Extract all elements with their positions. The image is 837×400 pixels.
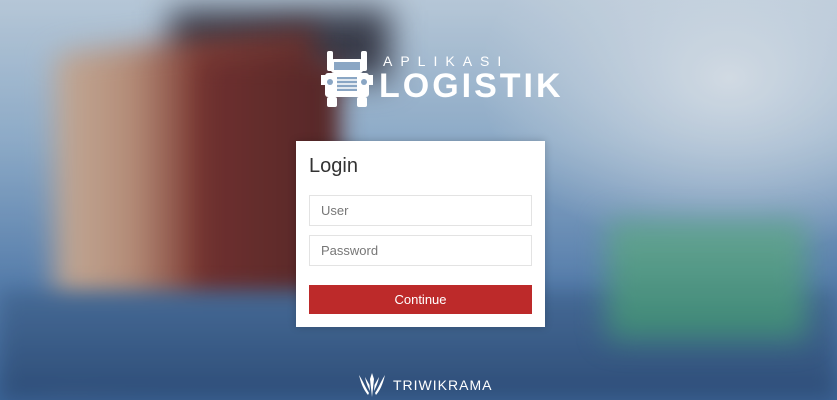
password-input[interactable] xyxy=(309,235,532,266)
brand-name: TRIWIKRAMA xyxy=(393,377,493,393)
user-input[interactable] xyxy=(309,195,532,226)
logo-main-text: LOGISTIK xyxy=(379,66,564,105)
continue-button[interactable]: Continue xyxy=(309,285,532,314)
truck-icon xyxy=(321,51,373,107)
triwikrama-logo-icon xyxy=(359,373,385,397)
login-title: Login xyxy=(309,155,358,177)
app-logo: APLIKASI LOGISTIK xyxy=(321,48,564,110)
login-card: Login Continue xyxy=(296,141,545,327)
footer-brand: TRIWIKRAMA xyxy=(357,373,492,397)
